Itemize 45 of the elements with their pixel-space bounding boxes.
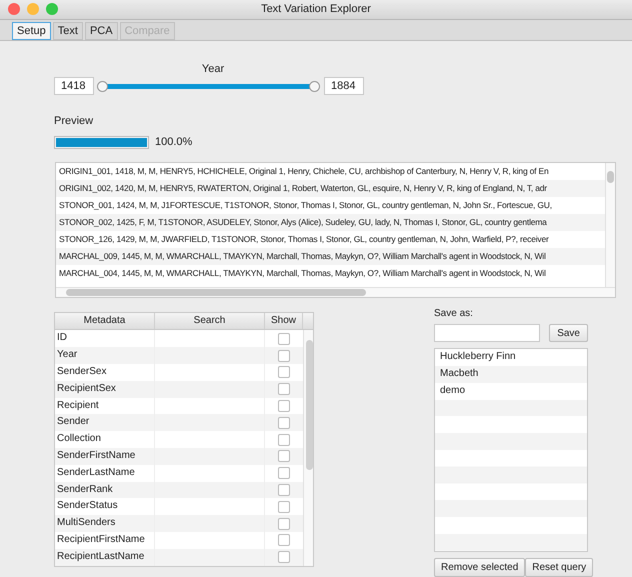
show-checkbox[interactable] [278,500,290,513]
table-cell: RecipientLastName [55,548,155,566]
show-checkbox[interactable] [278,350,290,362]
text-row: ORIGIN1_002, 1420, M, M, HENRY5, RWATERTON, Original 1, Robert, Waterton, GL, esquire, N, Henry V, R, king of England, N, T, adr [56,180,605,198]
show-checkbox[interactable] [278,383,290,396]
show-checkbox[interactable] [278,332,290,345]
column-header[interactable]: Show [265,313,303,330]
slider-thumb[interactable] [309,80,320,92]
show-checkbox[interactable] [278,434,290,446]
window-title: Text Variation Explorer [261,2,371,18]
show-checkbox[interactable] [278,534,290,546]
text-row: MARCHAL_009, 1445, M, M, WMARCHALL, TMAYKYN, Marchall, Thomas, Maykyn, O?, William Marchall's agent in Woodstock, N, Wil [56,248,605,266]
slider-label: Year [202,62,224,77]
text-row: STONOR_002, 1425, F, M, T1STONOR, ASUDELEY, Stonor, Alys (Alice), Sudeley, GU, lady, N, Thomas I, Stonor, GL, country gentlema [56,214,605,232]
minimize-icon[interactable] [27,3,39,16]
action-button[interactable]: Remove selected [434,558,526,577]
tab[interactable]: PCA [84,22,118,40]
column-header[interactable]: Search [155,313,265,330]
action-button[interactable]: Reset query [525,558,594,577]
column-header[interactable]: Metadata [55,313,155,330]
show-checkbox[interactable] [278,366,290,378]
show-checkbox[interactable] [278,400,290,412]
preview-label: Preview [54,114,94,130]
show-checkbox[interactable] [278,518,290,530]
tab[interactable]: Text [52,22,83,40]
list-item[interactable]: demo [435,383,587,400]
show-checkbox[interactable] [278,484,290,496]
show-checkbox[interactable] [278,551,290,564]
save-as-label: Save as: [434,307,474,322]
progress-reading: 100.0% [155,134,192,150]
save-button[interactable]: Save [549,324,588,342]
vertical-scrollbar[interactable] [605,163,615,288]
year-from-field[interactable]: 1418 [54,77,94,96]
show-checkbox[interactable] [278,450,290,462]
zoom-icon[interactable] [46,3,58,16]
show-checkbox[interactable] [278,467,290,480]
vertical-scrollbar[interactable] [303,330,313,566]
save-name-field[interactable] [434,324,540,342]
show-checkbox[interactable] [278,416,290,429]
close-icon[interactable] [8,3,20,16]
horizontal-scrollbar[interactable] [56,287,615,298]
slider-thumb[interactable] [97,80,108,92]
tab[interactable]: Setup [12,22,51,40]
list-item[interactable]: Macbeth [435,366,587,383]
year-to-field[interactable]: 1884 [324,77,364,96]
